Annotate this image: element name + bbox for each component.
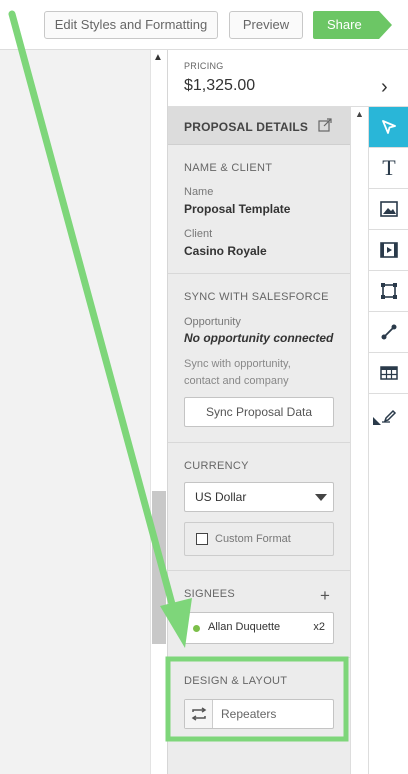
panel-scrollbar[interactable]: ▲: [350, 107, 368, 774]
design-layout-section-title: DESIGN & LAYOUT: [184, 675, 288, 687]
divider: [168, 657, 350, 658]
repeat-icon: [185, 700, 213, 728]
name-value[interactable]: Proposal Template: [184, 202, 290, 216]
dropdown-arrow-icon: [315, 494, 327, 501]
add-signee-icon[interactable]: +: [320, 586, 330, 606]
currency-section-title: CURRENCY: [184, 460, 249, 472]
pricing-label: PRICING: [184, 61, 224, 71]
client-value[interactable]: Casino Royale: [184, 244, 267, 258]
signee-name: Allan Duquette: [208, 621, 281, 633]
corner-triangle-icon: [373, 417, 381, 425]
custom-format-label: Custom Format: [215, 533, 291, 545]
share-button[interactable]: Share: [313, 11, 392, 39]
name-label: Name: [184, 186, 214, 198]
sync-helper-line1: Sync with opportunity,: [184, 358, 291, 370]
scroll-up-icon[interactable]: ▲: [355, 109, 364, 119]
line-icon: [381, 324, 397, 340]
proposal-panel: PRICING $1,325.00 › PROPOSAL DETAILS NAM…: [167, 50, 408, 774]
edit-styles-button[interactable]: Edit Styles and Formatting: [44, 11, 218, 39]
proposal-details-header: PROPOSAL DETAILS: [168, 107, 350, 145]
top-toolbar: Edit Styles and Formatting Preview Share: [0, 0, 408, 50]
pointer-icon: [382, 120, 396, 134]
salesforce-section-title: SYNC WITH SALESFORCE: [184, 291, 329, 303]
divider: [168, 442, 350, 443]
opportunity-value: No opportunity connected: [184, 331, 334, 345]
tool-strip: T: [368, 107, 408, 774]
custom-format-option[interactable]: Custom Format: [184, 522, 334, 556]
chevron-right-icon[interactable]: ›: [381, 76, 388, 99]
currency-selected-value: US Dollar: [195, 490, 247, 504]
video-icon: [380, 242, 398, 258]
scroll-up-icon[interactable]: ▲: [153, 52, 163, 63]
name-client-section-title: NAME & CLIENT: [184, 162, 273, 174]
repeaters-label: Repeaters: [221, 707, 277, 721]
table-tool[interactable]: [369, 353, 408, 394]
shape-tool[interactable]: [369, 271, 408, 312]
pointer-tool[interactable]: [369, 107, 408, 148]
line-tool[interactable]: [369, 312, 408, 353]
signee-count: x2: [313, 621, 325, 633]
client-label: Client: [184, 228, 213, 240]
external-edit-icon[interactable]: [318, 118, 332, 132]
signee-status-dot: [193, 625, 200, 632]
text-icon: T: [382, 155, 396, 180]
pricing-value: $1,325.00: [184, 77, 256, 94]
image-icon: [380, 201, 398, 217]
table-icon: [380, 366, 398, 380]
video-tool[interactable]: [369, 230, 408, 271]
canvas-scrollbar[interactable]: ▲: [150, 50, 167, 774]
custom-format-checkbox[interactable]: [196, 533, 208, 545]
signature-tool[interactable]: [369, 394, 408, 435]
text-tool[interactable]: T: [369, 148, 408, 189]
sync-proposal-data-button[interactable]: Sync Proposal Data: [184, 397, 334, 427]
sync-helper-line2: contact and company: [184, 375, 289, 387]
signee-item[interactable]: Allan Duquette x2: [184, 612, 334, 644]
signees-section-title: SIGNEES: [184, 588, 236, 600]
image-tool[interactable]: [369, 189, 408, 230]
pricing-row[interactable]: PRICING $1,325.00 ›: [168, 50, 408, 107]
preview-button[interactable]: Preview: [229, 11, 303, 39]
divider: [168, 570, 350, 571]
divider: [168, 273, 350, 274]
repeaters-button[interactable]: Repeaters: [184, 699, 334, 729]
proposal-details-title: PROPOSAL DETAILS: [184, 120, 309, 134]
document-canvas[interactable]: [0, 50, 150, 774]
currency-select[interactable]: US Dollar: [184, 482, 334, 512]
signature-icon: [382, 409, 397, 423]
opportunity-label: Opportunity: [184, 316, 241, 328]
shape-icon: [381, 283, 397, 299]
canvas-scroll-thumb[interactable]: [152, 491, 166, 644]
